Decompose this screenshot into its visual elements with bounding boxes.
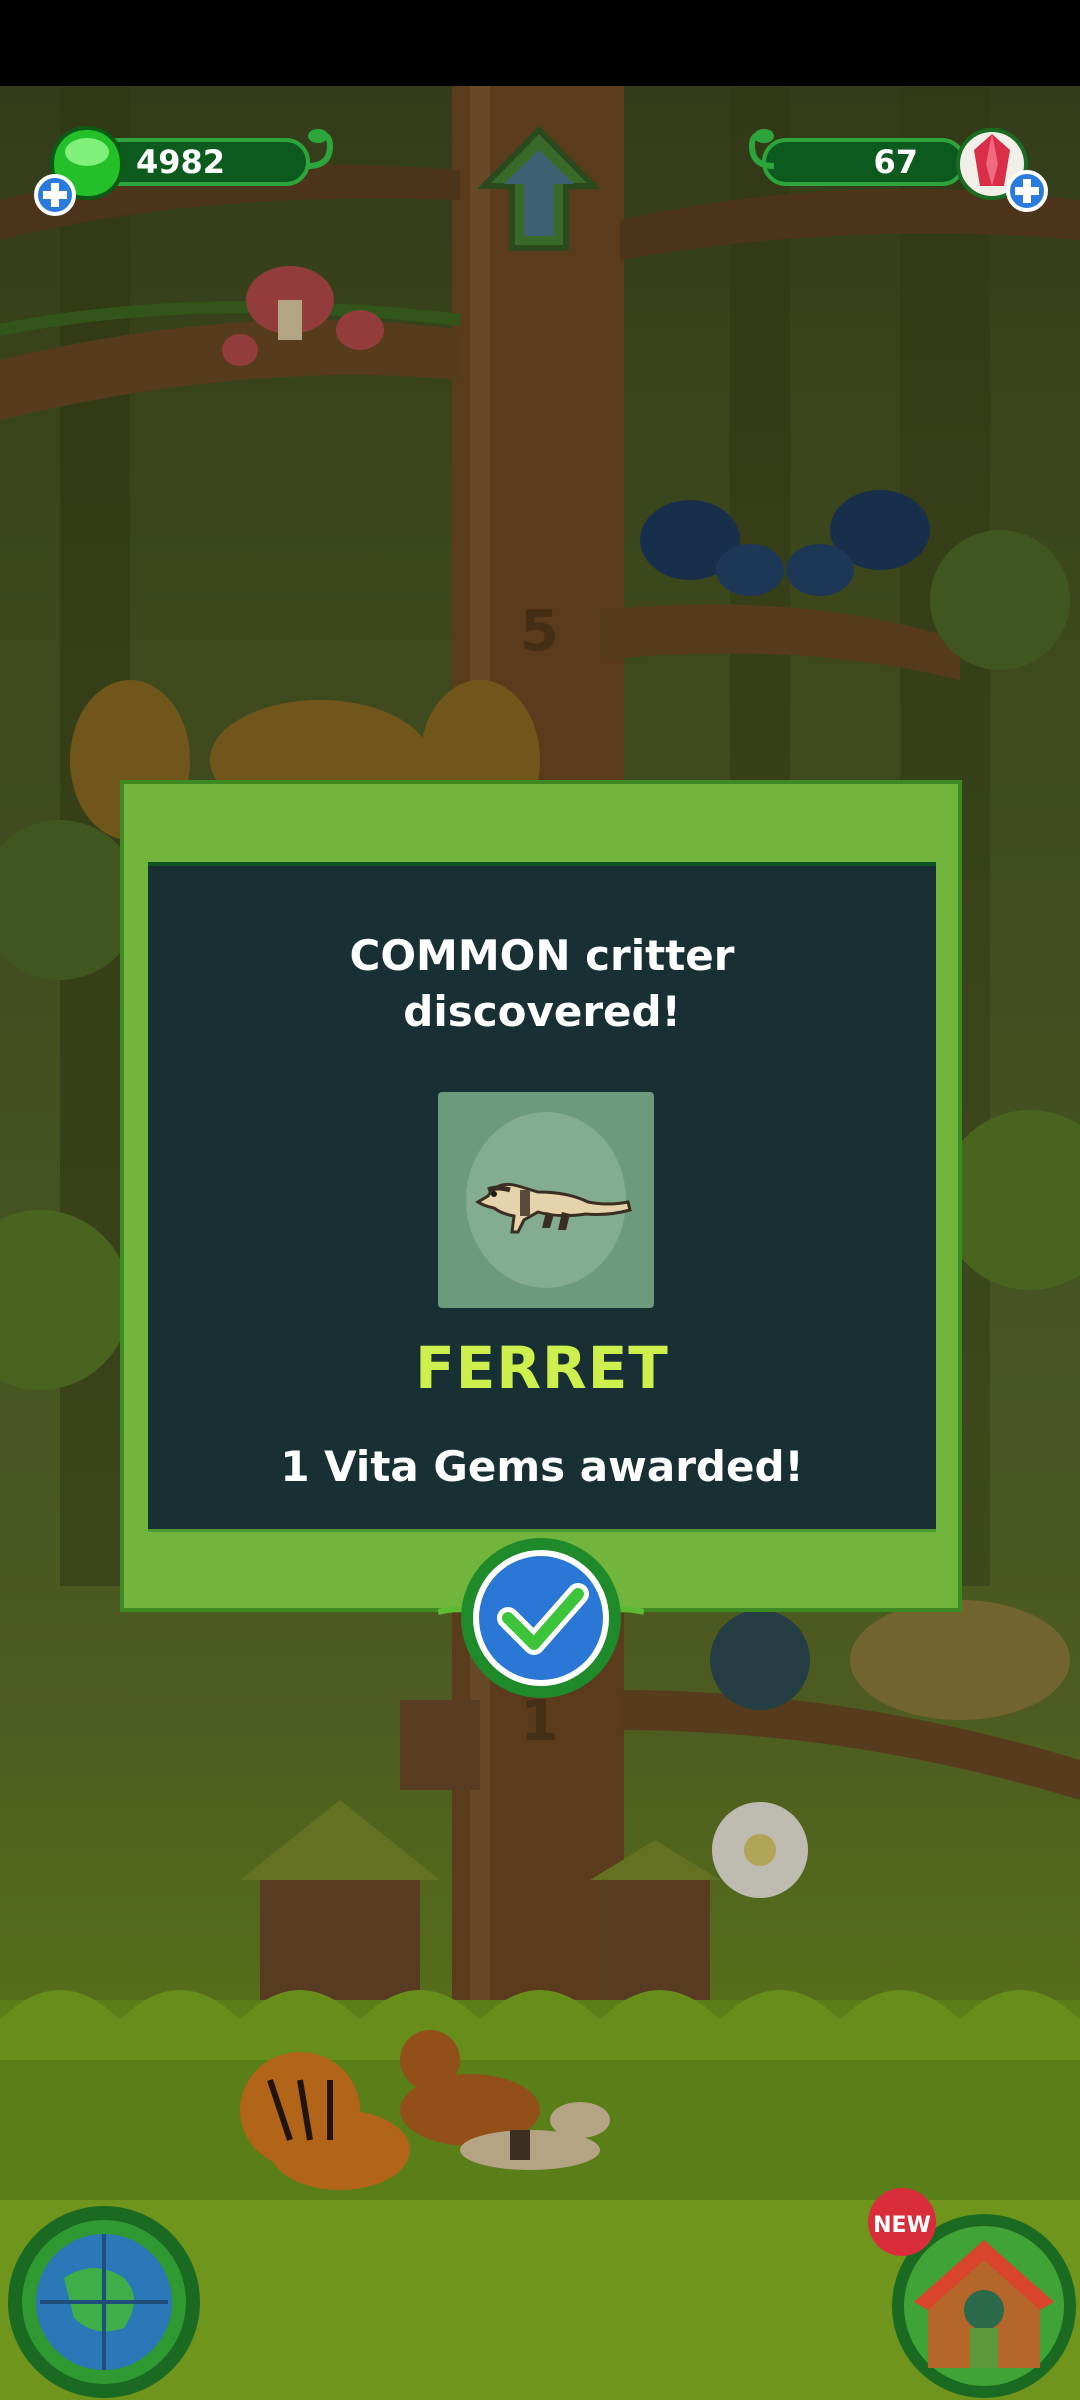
world-globe-button[interactable]	[4, 2198, 204, 2400]
up-arrow-button[interactable]	[478, 124, 600, 254]
dialog-panel: COMMON critter discovered! FERRET 1 Vita…	[148, 862, 936, 1532]
critter-discovered-dialog: COMMON critter discovered! FERRET 1 Vita…	[120, 780, 962, 1612]
ferret-icon	[475, 1182, 632, 1234]
vine-ornament-icon	[307, 129, 334, 169]
critter-portrait	[438, 1092, 654, 1308]
status-bar	[0, 0, 1080, 86]
gems-value: 67	[873, 143, 918, 181]
title-line-1: COMMON critter	[349, 931, 735, 980]
add-energy-plus-icon[interactable]	[34, 174, 76, 216]
title-line-2: discovered!	[403, 987, 681, 1036]
dialog-title: COMMON critter discovered!	[148, 928, 936, 1040]
reward-text: 1 Vita Gems awarded!	[280, 1442, 804, 1491]
add-gems-plus-icon[interactable]	[1006, 170, 1048, 212]
vine-ornament-icon	[748, 129, 775, 169]
gems-counter: 67	[762, 138, 966, 186]
critter-name: FERRET	[415, 1334, 669, 1402]
confirm-checkmark-button[interactable]	[438, 1532, 644, 1704]
new-badge: NEW	[873, 2213, 931, 2238]
house-button[interactable]: NEW	[858, 2178, 1080, 2400]
energy-value: 4982	[136, 143, 226, 181]
